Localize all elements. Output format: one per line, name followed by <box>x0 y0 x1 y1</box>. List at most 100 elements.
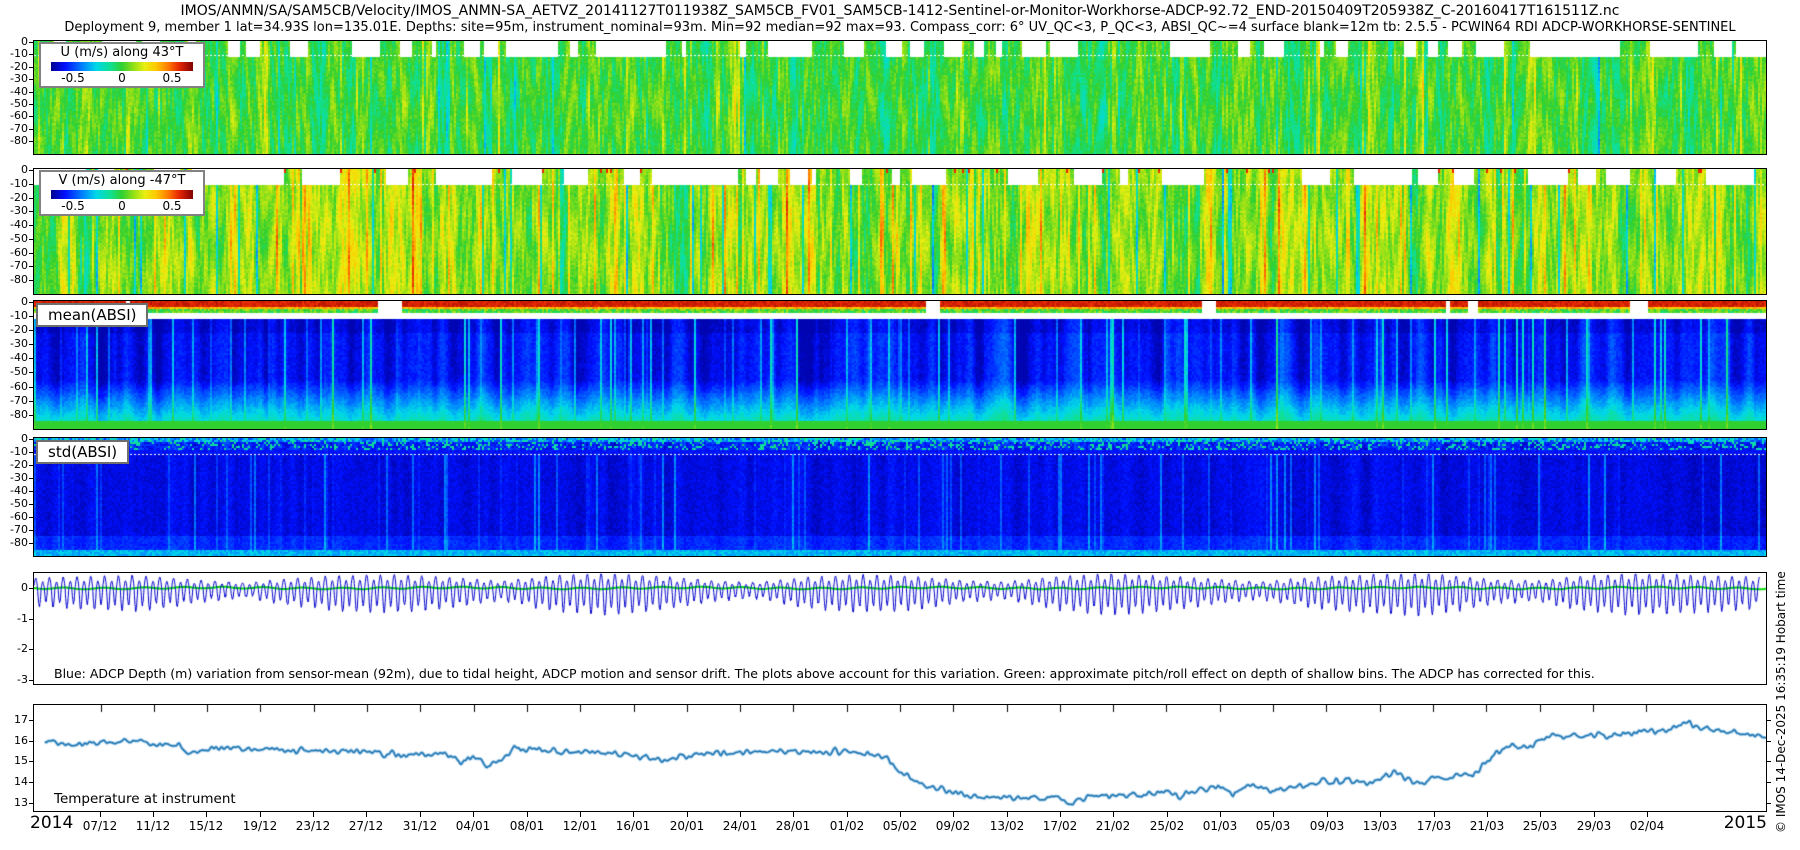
y-tick-label: -20 <box>0 323 28 336</box>
y-tick-label: 14 <box>0 775 28 788</box>
x-tick-mark <box>1487 812 1488 817</box>
x-tick-label: 25/02 <box>1142 819 1192 833</box>
x-tick-label: 05/02 <box>875 819 925 833</box>
y-tick-label: -40 <box>0 484 28 497</box>
y-tick-label: -70 <box>0 394 28 407</box>
u-colorbar-ticks: -0.5 0 0.5 <box>41 71 203 86</box>
y-tick-mark <box>29 803 33 804</box>
y-tick-mark <box>29 530 33 531</box>
y-tick-label: -1 <box>0 612 28 625</box>
depth-panel-note: Blue: ADCP Depth (m) variation from sens… <box>54 666 1595 681</box>
y-tick-label: -80 <box>0 134 28 147</box>
panel-v-velocity: V (m/s) along -47°T -0.5 0 0.5 <box>33 168 1767 295</box>
u-velocity-heatmap-canvas <box>34 41 1766 154</box>
x-tick-label: 13/03 <box>1355 819 1405 833</box>
y-tick-mark <box>29 649 33 650</box>
x-tick-mark <box>1540 812 1541 817</box>
x-tick-label: 12/01 <box>555 819 605 833</box>
y-tick-label: -80 <box>0 273 28 286</box>
x-tick-label: 23/12 <box>288 819 338 833</box>
temperature-label: Temperature at instrument <box>54 791 236 807</box>
x-tick-label: 04/01 <box>448 819 498 833</box>
x-axis-year-end: 2015 <box>1707 813 1767 833</box>
x-tick-mark <box>1327 812 1328 817</box>
x-tick-mark <box>1594 812 1595 817</box>
y-tick-mark <box>29 253 33 254</box>
y-tick-mark <box>29 619 33 620</box>
v-colorbar-tick-max: 0.5 <box>162 199 181 213</box>
x-tick-mark <box>1007 812 1008 817</box>
y-tick-mark <box>29 129 33 130</box>
y-tick-label: -10 <box>0 47 28 60</box>
x-tick-mark <box>420 812 421 817</box>
y-tick-mark <box>29 104 33 105</box>
u-colorbar-tick-zero: 0 <box>118 71 126 85</box>
x-tick-label: 01/03 <box>1195 819 1245 833</box>
panel-depth-variation: Blue: ADCP Depth (m) variation from sens… <box>33 572 1767 685</box>
y-tick-label: -30 <box>0 337 28 350</box>
y-tick-mark <box>29 504 33 505</box>
y-tick-label: -60 <box>0 510 28 523</box>
y-tick-mark <box>1767 803 1771 804</box>
y-tick-mark <box>1767 782 1771 783</box>
temperature-line-canvas <box>34 705 1766 811</box>
y-tick-label: -30 <box>0 72 28 85</box>
x-tick-mark <box>580 812 581 817</box>
std-absi-heatmap-canvas <box>34 438 1766 556</box>
y-tick-label: -80 <box>0 408 28 421</box>
v-velocity-heatmap-canvas <box>34 169 1766 294</box>
x-tick-mark <box>366 812 367 817</box>
y-tick-mark <box>29 465 33 466</box>
y-tick-label: 0 <box>0 295 28 308</box>
u-colorbar-tick-min: -0.5 <box>61 71 84 85</box>
y-tick-label: -70 <box>0 523 28 536</box>
y-tick-label: 15 <box>0 754 28 767</box>
x-tick-mark <box>1434 812 1435 817</box>
v-legend-title: V (m/s) along -47°T <box>41 172 203 189</box>
y-tick-mark <box>29 239 33 240</box>
y-tick-mark <box>29 266 33 267</box>
u-legend-title: U (m/s) along 43°T <box>41 44 203 61</box>
x-tick-mark <box>1220 812 1221 817</box>
y-tick-mark <box>29 54 33 55</box>
mean-absi-heatmap-canvas <box>34 301 1766 429</box>
x-tick-mark <box>100 812 101 817</box>
x-tick-label: 31/12 <box>395 819 445 833</box>
y-tick-mark <box>29 517 33 518</box>
y-tick-label: -60 <box>0 380 28 393</box>
x-tick-label: 17/03 <box>1409 819 1459 833</box>
x-tick-label: 07/12 <box>75 819 125 833</box>
x-tick-label: 27/12 <box>341 819 391 833</box>
y-tick-mark <box>29 302 33 303</box>
x-tick-mark <box>1060 812 1061 817</box>
x-tick-mark <box>793 812 794 817</box>
x-axis-year-start: 2014 <box>30 813 73 833</box>
y-tick-mark <box>29 415 33 416</box>
v-colorbar-tick-min: -0.5 <box>61 199 84 213</box>
x-tick-mark <box>1113 812 1114 817</box>
y-tick-mark <box>29 543 33 544</box>
u-colorbar-legend: U (m/s) along 43°T -0.5 0 0.5 <box>39 42 205 88</box>
x-tick-label: 01/02 <box>822 819 872 833</box>
x-tick-mark <box>1380 812 1381 817</box>
x-tick-mark <box>687 812 688 817</box>
y-tick-mark <box>29 280 33 281</box>
x-tick-label: 21/02 <box>1088 819 1138 833</box>
y-tick-label: -30 <box>0 204 28 217</box>
y-tick-label: -80 <box>0 536 28 549</box>
y-tick-label: -50 <box>0 365 28 378</box>
page-title-filename: IMOS/ANMN/SA/SAM5CB/Velocity/IMOS_ANMN-S… <box>0 3 1800 19</box>
y-tick-label: -10 <box>0 177 28 190</box>
v-colorbar-jet-gradient <box>51 190 193 199</box>
x-tick-label: 16/01 <box>608 819 658 833</box>
x-tick-label: 24/01 <box>715 819 765 833</box>
x-tick-label: 15/12 <box>181 819 231 833</box>
x-tick-label: 28/01 <box>768 819 818 833</box>
y-tick-mark <box>29 358 33 359</box>
x-tick-mark <box>633 812 634 817</box>
x-tick-mark <box>153 812 154 817</box>
y-tick-mark <box>29 478 33 479</box>
y-tick-label: -10 <box>0 445 28 458</box>
panel-temperature: Temperature at instrument <box>33 704 1767 812</box>
y-tick-label: -20 <box>0 191 28 204</box>
